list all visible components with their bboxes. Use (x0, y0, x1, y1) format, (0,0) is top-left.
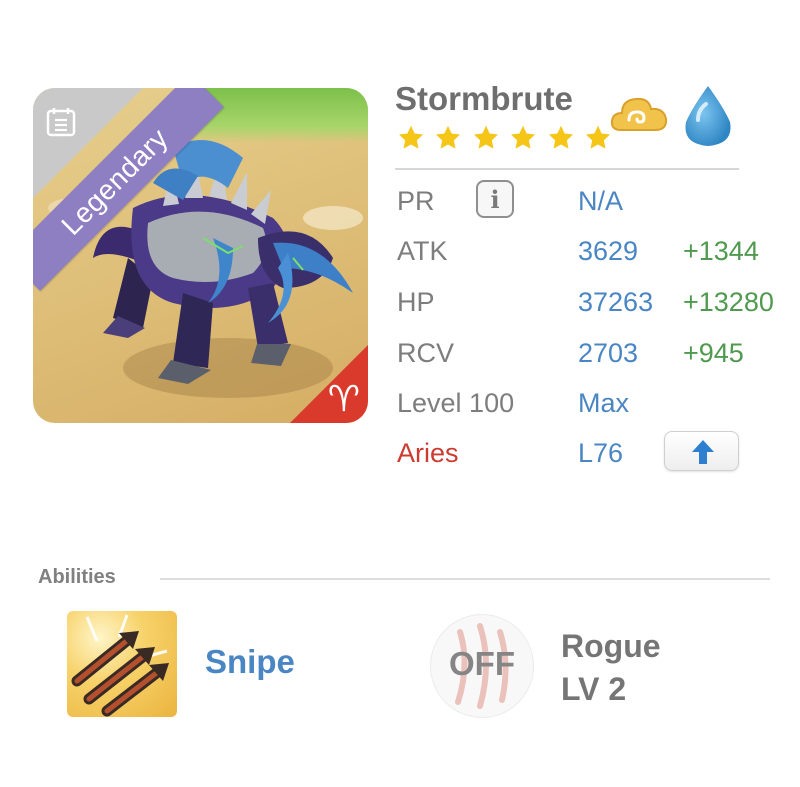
snipe-ability-name[interactable]: Snipe (205, 643, 295, 681)
arrow-up-icon (692, 440, 714, 464)
zodiac-label: Aries (397, 438, 459, 468)
star-icon (398, 125, 424, 149)
creature-name: Stormbrute (395, 80, 573, 117)
star-rating (397, 124, 617, 154)
hp-value: 37263 (578, 287, 654, 317)
water-drop-icon (685, 86, 731, 146)
pr-label: PR (397, 186, 435, 216)
abilities-heading: Abilities (38, 566, 116, 588)
star-icon (548, 125, 573, 149)
zodiac-level-value: L76 (578, 438, 624, 468)
level-label: Level 100 (397, 388, 515, 418)
upgrade-button[interactable] (664, 431, 739, 471)
aries-icon: ♈︎ (327, 378, 360, 419)
info-button[interactable]: i (476, 180, 514, 218)
rogue-ability-name[interactable]: Rogue (561, 628, 661, 665)
rcv-bonus: +945 (683, 338, 744, 368)
pr-value: N/A (578, 186, 624, 216)
calendar-icon (46, 108, 76, 137)
level-value: Max (578, 388, 630, 418)
star-icon (473, 125, 498, 149)
atk-label: ATK (397, 236, 448, 266)
info-icon: i (490, 184, 500, 214)
ability-off-status: OFF (449, 645, 515, 682)
rcv-value: 2703 (578, 338, 639, 368)
snipe-arrows-icon[interactable] (67, 611, 177, 717)
abilities-divider (160, 578, 770, 580)
rcv-label: RCV (397, 338, 455, 368)
hp-label: HP (397, 287, 435, 317)
rogue-ability-level: LV 2 (561, 671, 627, 707)
snipe-arrows-graphic (71, 614, 169, 717)
star-icon (511, 125, 536, 149)
star-icon (436, 125, 461, 149)
cloud-icon (610, 97, 668, 131)
header-divider (395, 168, 739, 170)
creature-portrait[interactable]: Legendary ♈︎ (33, 88, 368, 423)
hp-bonus: +13280 (683, 287, 774, 317)
atk-value: 3629 (578, 236, 639, 266)
atk-bonus: +1344 (683, 236, 759, 266)
